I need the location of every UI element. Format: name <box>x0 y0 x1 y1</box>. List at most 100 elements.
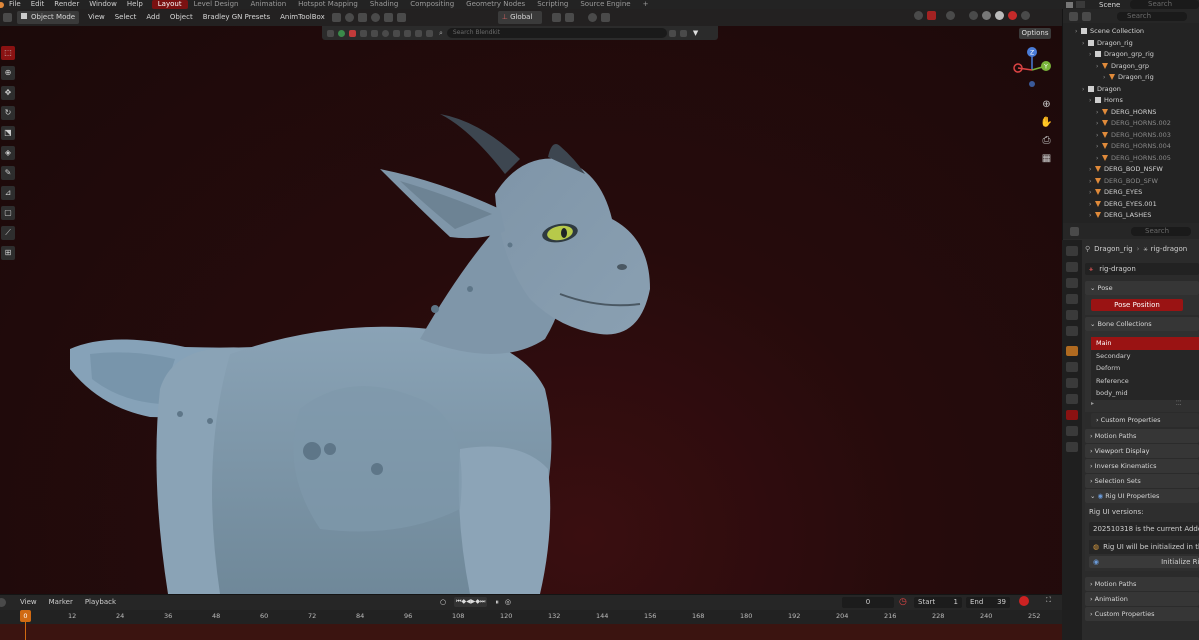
panel-header-animation[interactable]: › Animation <box>1085 591 1199 606</box>
viewport-menu-object[interactable]: Object <box>165 9 198 26</box>
playback-dot-icon[interactable]: ○ <box>440 598 446 606</box>
outliner-row[interactable]: › Dragon_rig <box>1075 72 1199 84</box>
bone-collection-item[interactable]: Secondary <box>1091 350 1199 363</box>
shading-options-icon[interactable] <box>1021 11 1030 20</box>
viewport-options-button[interactable]: Options <box>1019 28 1051 39</box>
modifier-tab-icon[interactable] <box>1066 378 1078 388</box>
timeline-ruler[interactable]: 12 24 36 48 60 72 84 96 108 120 132 144 156 168 180 192… <box>0 610 1062 624</box>
viewport-menu-bradley-gn-presets[interactable]: Bradley GN Presets <box>198 9 275 26</box>
armature-data-name-field[interactable]: ⚹ rig-dragon <box>1085 263 1199 275</box>
brush-asset-icon[interactable] <box>404 29 411 37</box>
panel-header-custom-properties[interactable]: › Custom Properties <box>1085 606 1199 621</box>
collection-tab-icon[interactable] <box>1066 346 1078 356</box>
panel-header-motion-paths[interactable]: › Motion Paths <box>1085 576 1199 591</box>
mode-dropdown[interactable]: Object Mode <box>17 11 80 24</box>
measure-tool-icon[interactable]: ⊿ <box>1 186 15 200</box>
list-resize-handle[interactable]: ▸ ⁚⁚⁚ <box>1091 400 1199 410</box>
bone-tab-icon[interactable] <box>1066 426 1078 436</box>
circle-icon[interactable] <box>370 13 380 22</box>
outliner-row[interactable]: › DERG_BOD_NSFW <box>1075 164 1199 176</box>
add-cube-tool-icon[interactable]: ▢ <box>1 206 15 220</box>
viewport-menu-select[interactable]: Select <box>110 9 142 26</box>
object-tab-icon[interactable] <box>1066 362 1078 372</box>
outliner-row[interactable]: › Dragon_rig <box>1075 38 1199 50</box>
workspace-tab-compositing[interactable]: Compositing <box>404 0 460 9</box>
scene-name[interactable]: Scene <box>1099 1 1120 9</box>
add-workspace-button[interactable]: + <box>637 0 655 9</box>
xray-icon[interactable] <box>946 11 955 20</box>
current-frame-field[interactable]: 0 <box>842 597 894 608</box>
view-layer-tab-icon[interactable] <box>1066 294 1078 304</box>
search-history-icon[interactable] <box>668 29 676 37</box>
timeline-menu-marker[interactable]: Marker <box>43 595 79 610</box>
hdr-asset-icon[interactable] <box>415 29 422 37</box>
pose-panel-header[interactable]: ⌄ Pose <box>1085 281 1199 295</box>
blenderkit-logo-icon[interactable] <box>338 29 345 37</box>
transform-tool-icon[interactable]: ◈ <box>1 146 15 160</box>
viewport-menu-animtoolbox[interactable]: AnimToolBox <box>275 9 330 26</box>
bone-overlay-icon[interactable] <box>927 11 936 20</box>
keying-set-icon[interactable]: ⛶ <box>1046 596 1051 605</box>
bone-collection-item[interactable]: Deform <box>1091 362 1199 375</box>
bone-collections-panel-header[interactable]: ⌄ Bone Collections <box>1085 317 1199 331</box>
menu-edit[interactable]: Edit <box>26 0 50 9</box>
blenderkit-menu-icon[interactable] <box>327 29 334 37</box>
custom-properties-inner-header[interactable]: › Custom Properties <box>1091 412 1199 427</box>
clock-icon[interactable]: ◷ <box>899 597 907 607</box>
layers-icon[interactable] <box>383 13 393 22</box>
list-icon[interactable] <box>396 13 406 22</box>
outliner-row[interactable]: › Scene Collection <box>1075 26 1199 38</box>
timeline-track[interactable] <box>0 624 1062 640</box>
dragon-model[interactable] <box>0 9 1062 594</box>
workspace-tab-hotspot-mapping[interactable]: Hotspot Mapping <box>292 0 364 9</box>
outliner-row[interactable]: › DERG_EYES <box>1075 187 1199 199</box>
timeline-editor-icon[interactable] <box>0 598 6 607</box>
perspective-grid-icon[interactable]: ▦ <box>1040 152 1053 165</box>
nodegroup-asset-icon[interactable] <box>426 29 433 37</box>
outliner-row[interactable]: › DERG_HORNS.005 <box>1075 153 1199 165</box>
cursor-tool-icon[interactable]: ⊕ <box>1 66 15 80</box>
editor-type-icon[interactable] <box>3 13 12 22</box>
workspace-tab-geometry-nodes[interactable]: Geometry Nodes <box>460 0 531 9</box>
scale-tool-icon[interactable]: ⬔ <box>1 126 15 140</box>
outliner-row[interactable]: › DERG_BOD_SFW <box>1075 176 1199 188</box>
annotate-tool-icon[interactable]: ✎ <box>1 166 15 180</box>
wireframe-shading-icon[interactable] <box>969 11 978 20</box>
snap-icon[interactable] <box>564 13 574 22</box>
3d-viewport[interactable] <box>0 9 1062 594</box>
record-icon[interactable] <box>349 29 356 37</box>
end-frame-field[interactable]: End 39 <box>966 597 1010 608</box>
workspace-tab-shading[interactable]: Shading <box>364 0 404 9</box>
model-asset-icon[interactable] <box>360 29 367 37</box>
scene-browse-icon[interactable] <box>1076 1 1085 8</box>
material-asset-icon[interactable] <box>382 29 389 37</box>
viewport-menu-add[interactable]: Add <box>141 9 165 26</box>
view-layer-search-input[interactable]: Search <box>1130 0 1199 9</box>
menu-help[interactable]: Help <box>122 0 148 9</box>
menu-render[interactable]: Render <box>49 0 84 9</box>
menu-window[interactable]: Window <box>84 0 122 9</box>
filter-icon[interactable]: ▼ <box>693 29 698 37</box>
workspace-tab-layout[interactable]: Layout <box>151 0 188 9</box>
outliner-search-input[interactable]: Search <box>1117 11 1187 21</box>
outliner-row[interactable]: › Dragon_grp_rig <box>1075 49 1199 61</box>
workspace-tab-level-design[interactable]: Level Design <box>188 0 245 9</box>
panel-header-viewport-display[interactable]: › Viewport Display <box>1085 443 1199 458</box>
timeline-menu-playback[interactable]: Playback <box>79 595 122 610</box>
gizmo-toggle-icon[interactable] <box>914 11 923 20</box>
navigation-gizmo[interactable]: Z Y <box>1010 44 1056 90</box>
pan-hand-icon[interactable]: ✋ <box>1040 116 1053 129</box>
outliner-row[interactable]: › DERG_HORNS.003 <box>1075 130 1199 142</box>
bone-tool-icon[interactable]: ⟋ <box>1 226 15 240</box>
display-mode-icon[interactable] <box>1082 11 1091 21</box>
record-key-icon[interactable] <box>1019 596 1029 606</box>
move-tool-icon[interactable]: ✥ <box>1 86 15 100</box>
material-shading-icon[interactable] <box>995 11 1004 20</box>
panel-header-selection-sets[interactable]: › Selection Sets <box>1085 473 1199 488</box>
pivot-icon[interactable] <box>551 13 561 22</box>
bone-collection-item[interactable]: Main <box>1091 337 1199 350</box>
outliner-row[interactable]: › Dragon_grp <box>1075 61 1199 73</box>
globe-icon[interactable] <box>344 13 354 22</box>
auto-key-icon[interactable]: ◎ <box>505 598 511 606</box>
outliner-row[interactable]: › Horns <box>1075 95 1199 107</box>
